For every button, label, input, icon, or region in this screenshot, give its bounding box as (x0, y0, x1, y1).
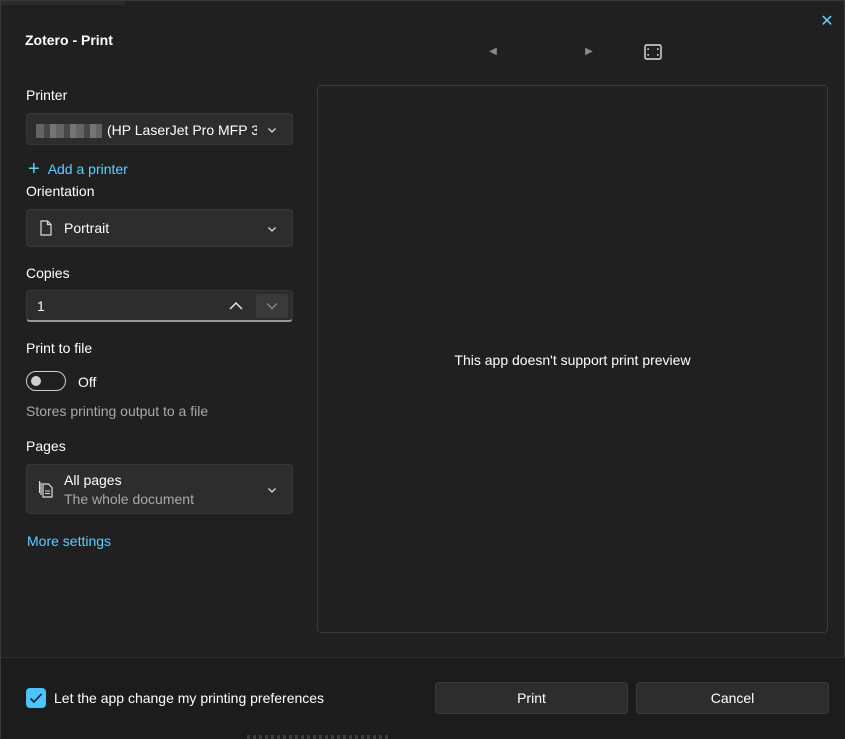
toggle-knob (31, 376, 41, 386)
dialog-title: Zotero - Print (25, 32, 113, 48)
pages-selected-description: The whole document (64, 491, 194, 507)
plus-icon: + (28, 158, 40, 180)
decrement-button[interactable] (256, 294, 288, 318)
chevron-down-icon (268, 128, 276, 133)
add-printer-label: Add a printer (47, 161, 128, 177)
print-to-file-toggle[interactable] (26, 371, 66, 391)
orientation-label: Orientation (26, 183, 95, 199)
print-to-file-label: Print to file (26, 340, 93, 356)
printer-selected: (HP LaserJet Pro MFP 31 (107, 122, 257, 138)
background-window-text (247, 735, 389, 739)
redacted-printer-name (36, 124, 102, 138)
fit-to-page-icon[interactable] (644, 44, 662, 60)
chevron-up-icon[interactable] (226, 297, 246, 315)
print-preview-area: This app doesn't support print preview (317, 85, 828, 633)
preview-unsupported-message: This app doesn't support print preview (454, 352, 691, 368)
pages-selected: All pages (64, 472, 122, 488)
chevron-down-icon (266, 303, 278, 310)
print-dialog: Zotero - Print ✕ ◀ ▶ Printer (HP LaserJe… (0, 0, 845, 739)
chevron-down-icon (268, 488, 276, 493)
orientation-selected: Portrait (64, 220, 110, 236)
pages-dropdown[interactable]: All pages The whole document (26, 464, 293, 514)
previous-page-icon[interactable]: ◀ (486, 45, 500, 59)
cancel-button[interactable]: Cancel (636, 682, 829, 714)
copies-label: Copies (26, 265, 70, 281)
printer-label: Printer (26, 87, 68, 103)
pages-label: Pages (26, 438, 66, 454)
pages-icon (38, 481, 53, 498)
print-to-file-hint: Stores printing output to a file (26, 403, 209, 419)
printing-preferences-checkbox[interactable] (26, 688, 46, 708)
checkmark-icon (29, 693, 43, 704)
printing-preferences-label: Let the app change my printing preferenc… (54, 690, 325, 706)
chevron-down-icon (268, 227, 276, 232)
more-settings-link[interactable]: More settings (27, 533, 111, 549)
orientation-dropdown[interactable]: Portrait (26, 209, 293, 247)
next-page-icon[interactable]: ▶ (582, 45, 596, 59)
add-printer-link[interactable]: + Add a printer (28, 159, 128, 179)
copies-value: 1 (37, 298, 45, 314)
dialog-footer: Let the app change my printing preferenc… (1, 657, 845, 739)
background-window-strip (1, 1, 125, 5)
print-to-file-state: Off (78, 374, 97, 390)
printer-dropdown[interactable]: (HP LaserJet Pro MFP 31 (26, 113, 293, 145)
print-button[interactable]: Print (435, 682, 628, 714)
copies-stepper[interactable]: 1 (26, 290, 293, 322)
document-icon (40, 220, 52, 236)
close-icon[interactable]: ✕ (818, 13, 836, 31)
